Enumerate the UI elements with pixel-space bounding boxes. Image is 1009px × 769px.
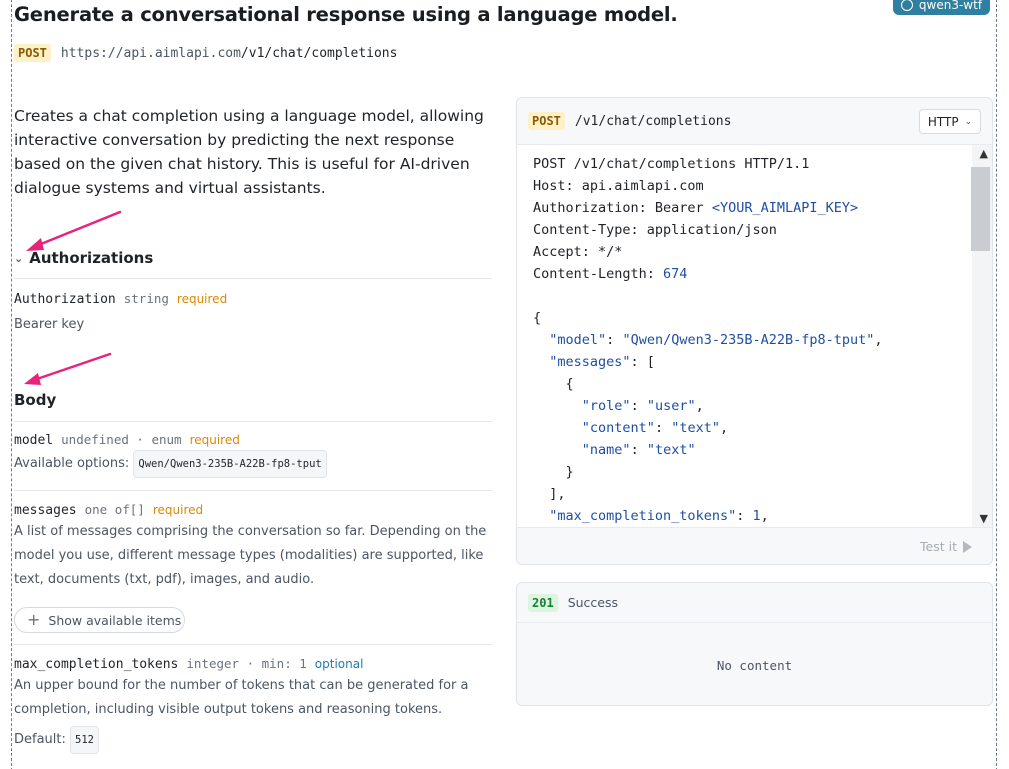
divider [14,421,492,422]
response-body: No content [716,657,793,673]
param-default: Default: 512 [14,726,492,754]
param-options: Available options: Qwen/Qwen3-235B-A22B-… [14,450,492,478]
param-required: required [176,292,228,306]
param-description: An upper bound for the number of tokens … [14,678,469,717]
authorizations-heading: Authorizations [29,249,154,267]
version-badge-label: qwen3-wtf [918,0,983,12]
request-path: /v1/chat/completions [574,113,732,129]
show-available-items-button[interactable]: + Show available items [14,607,185,633]
endpoint: POST https://api.aimlapi.com/v1/chat/com… [14,44,397,62]
version-badge[interactable]: qwen3-wtf [893,0,990,15]
status-text: Success [567,595,619,610]
divider [14,644,492,645]
code-line: "max_completion_tokens": 1, [549,508,769,524]
method-badge: POST [528,112,565,130]
show-available-items-label: Show available items [48,612,182,628]
param-authorization: Authorization string required Bearer key [14,291,492,337]
endpoint-description: Creates a chat completion using a langua… [14,107,484,197]
scroll-down-icon[interactable]: ▼ [980,512,988,525]
body-heading: Body [14,391,57,409]
method-badge: POST [14,44,51,62]
code-line: "messages": [ [549,354,655,370]
chevron-down-icon: ⌄ [14,251,24,265]
option-chip: Qwen/Qwen3-235B-A22B-fp8-tput [133,450,327,478]
param-required: required [189,433,240,447]
code-line: Content-Type: application/json [533,222,777,238]
annotation-arrow-body [24,352,112,385]
param-description: Bearer key [14,317,85,332]
param-model: model undefined · enum required Availabl… [14,432,492,478]
request-example-panel: POST /v1/chat/completions HTTP ⌄ POST /v… [516,97,993,565]
param-name: messages [14,503,77,518]
endpoint-path: /v1/chat/completions [240,45,398,61]
param-required: required [152,503,204,517]
code-line: ], [533,486,566,502]
code-line: { [533,310,542,326]
test-it-label: Test it [920,539,957,554]
code-line: Host: api.aimlapi.com [533,178,704,194]
divider [14,490,492,491]
param-max-completion-tokens: max_completion_tokens integer · min: 1 o… [14,656,492,754]
param-type: one of[] [84,502,145,517]
chevron-down-icon: ⌄ [964,116,973,127]
play-icon [963,540,972,553]
default-chip: 512 [70,726,99,754]
scrollbar-thumb[interactable] [971,167,990,251]
param-messages: messages one of[] required A list of mes… [14,502,492,592]
authorizations-toggle[interactable]: ⌄ Authorizations [14,249,153,267]
code-line: Content-Length: 674 [533,266,688,282]
code-scrollbar[interactable]: ▲ ▼ [971,145,992,527]
endpoint-url[interactable]: https://api.aimlapi.com/v1/chat/completi… [61,46,398,61]
status-code-badge: 201 [528,593,558,612]
default-label: Default: [14,732,66,747]
language-select[interactable]: HTTP ⌄ [919,109,981,134]
options-label: Available options: [14,456,130,471]
tag-icon [900,0,913,11]
response-header[interactable]: 201 Success [517,583,992,623]
param-name: model [14,433,54,448]
code-line: POST /v1/chat/completions HTTP/1.1 [533,156,810,172]
code-line: Accept: */* [533,244,623,260]
param-type: undefined · enum [61,432,182,447]
language-select-value: HTTP [927,114,959,129]
page-title: Generate a conversational response using… [14,3,678,26]
code-line: Authorization: Bearer <YOUR_AIMLAPI_KEY> [533,200,859,216]
param-name: max_completion_tokens [14,657,179,672]
response-example-panel: 201 Success No content [516,582,993,706]
param-description: A list of messages comprising the conver… [14,524,487,587]
param-optional: optional [314,657,364,671]
body-heading-row: Body [14,391,56,409]
scroll-up-icon[interactable]: ▲ [980,147,988,160]
divider [14,278,492,279]
endpoint-host: https://api.aimlapi.com [60,45,241,61]
plus-icon: + [27,610,41,629]
code-lines: POST /v1/chat/completions HTTP/1.1 Host: … [533,153,883,527]
code-line: "name": "text" [581,442,696,458]
code-line: } [533,464,574,480]
code-line: "role": "user", [581,398,704,414]
code-line: "model": "Qwen/Qwen3-235B-A22B-fp8-tput"… [549,332,883,348]
code-line: { [533,376,574,392]
request-code-block[interactable]: POST /v1/chat/completions HTTP/1.1 Host: … [517,144,992,528]
param-type: integer · min: 1 [186,656,307,671]
code-line: "content": "text", [581,420,729,436]
test-it-button[interactable]: Test it [920,539,972,554]
param-type: string [123,291,169,306]
param-name: Authorization [14,292,116,307]
